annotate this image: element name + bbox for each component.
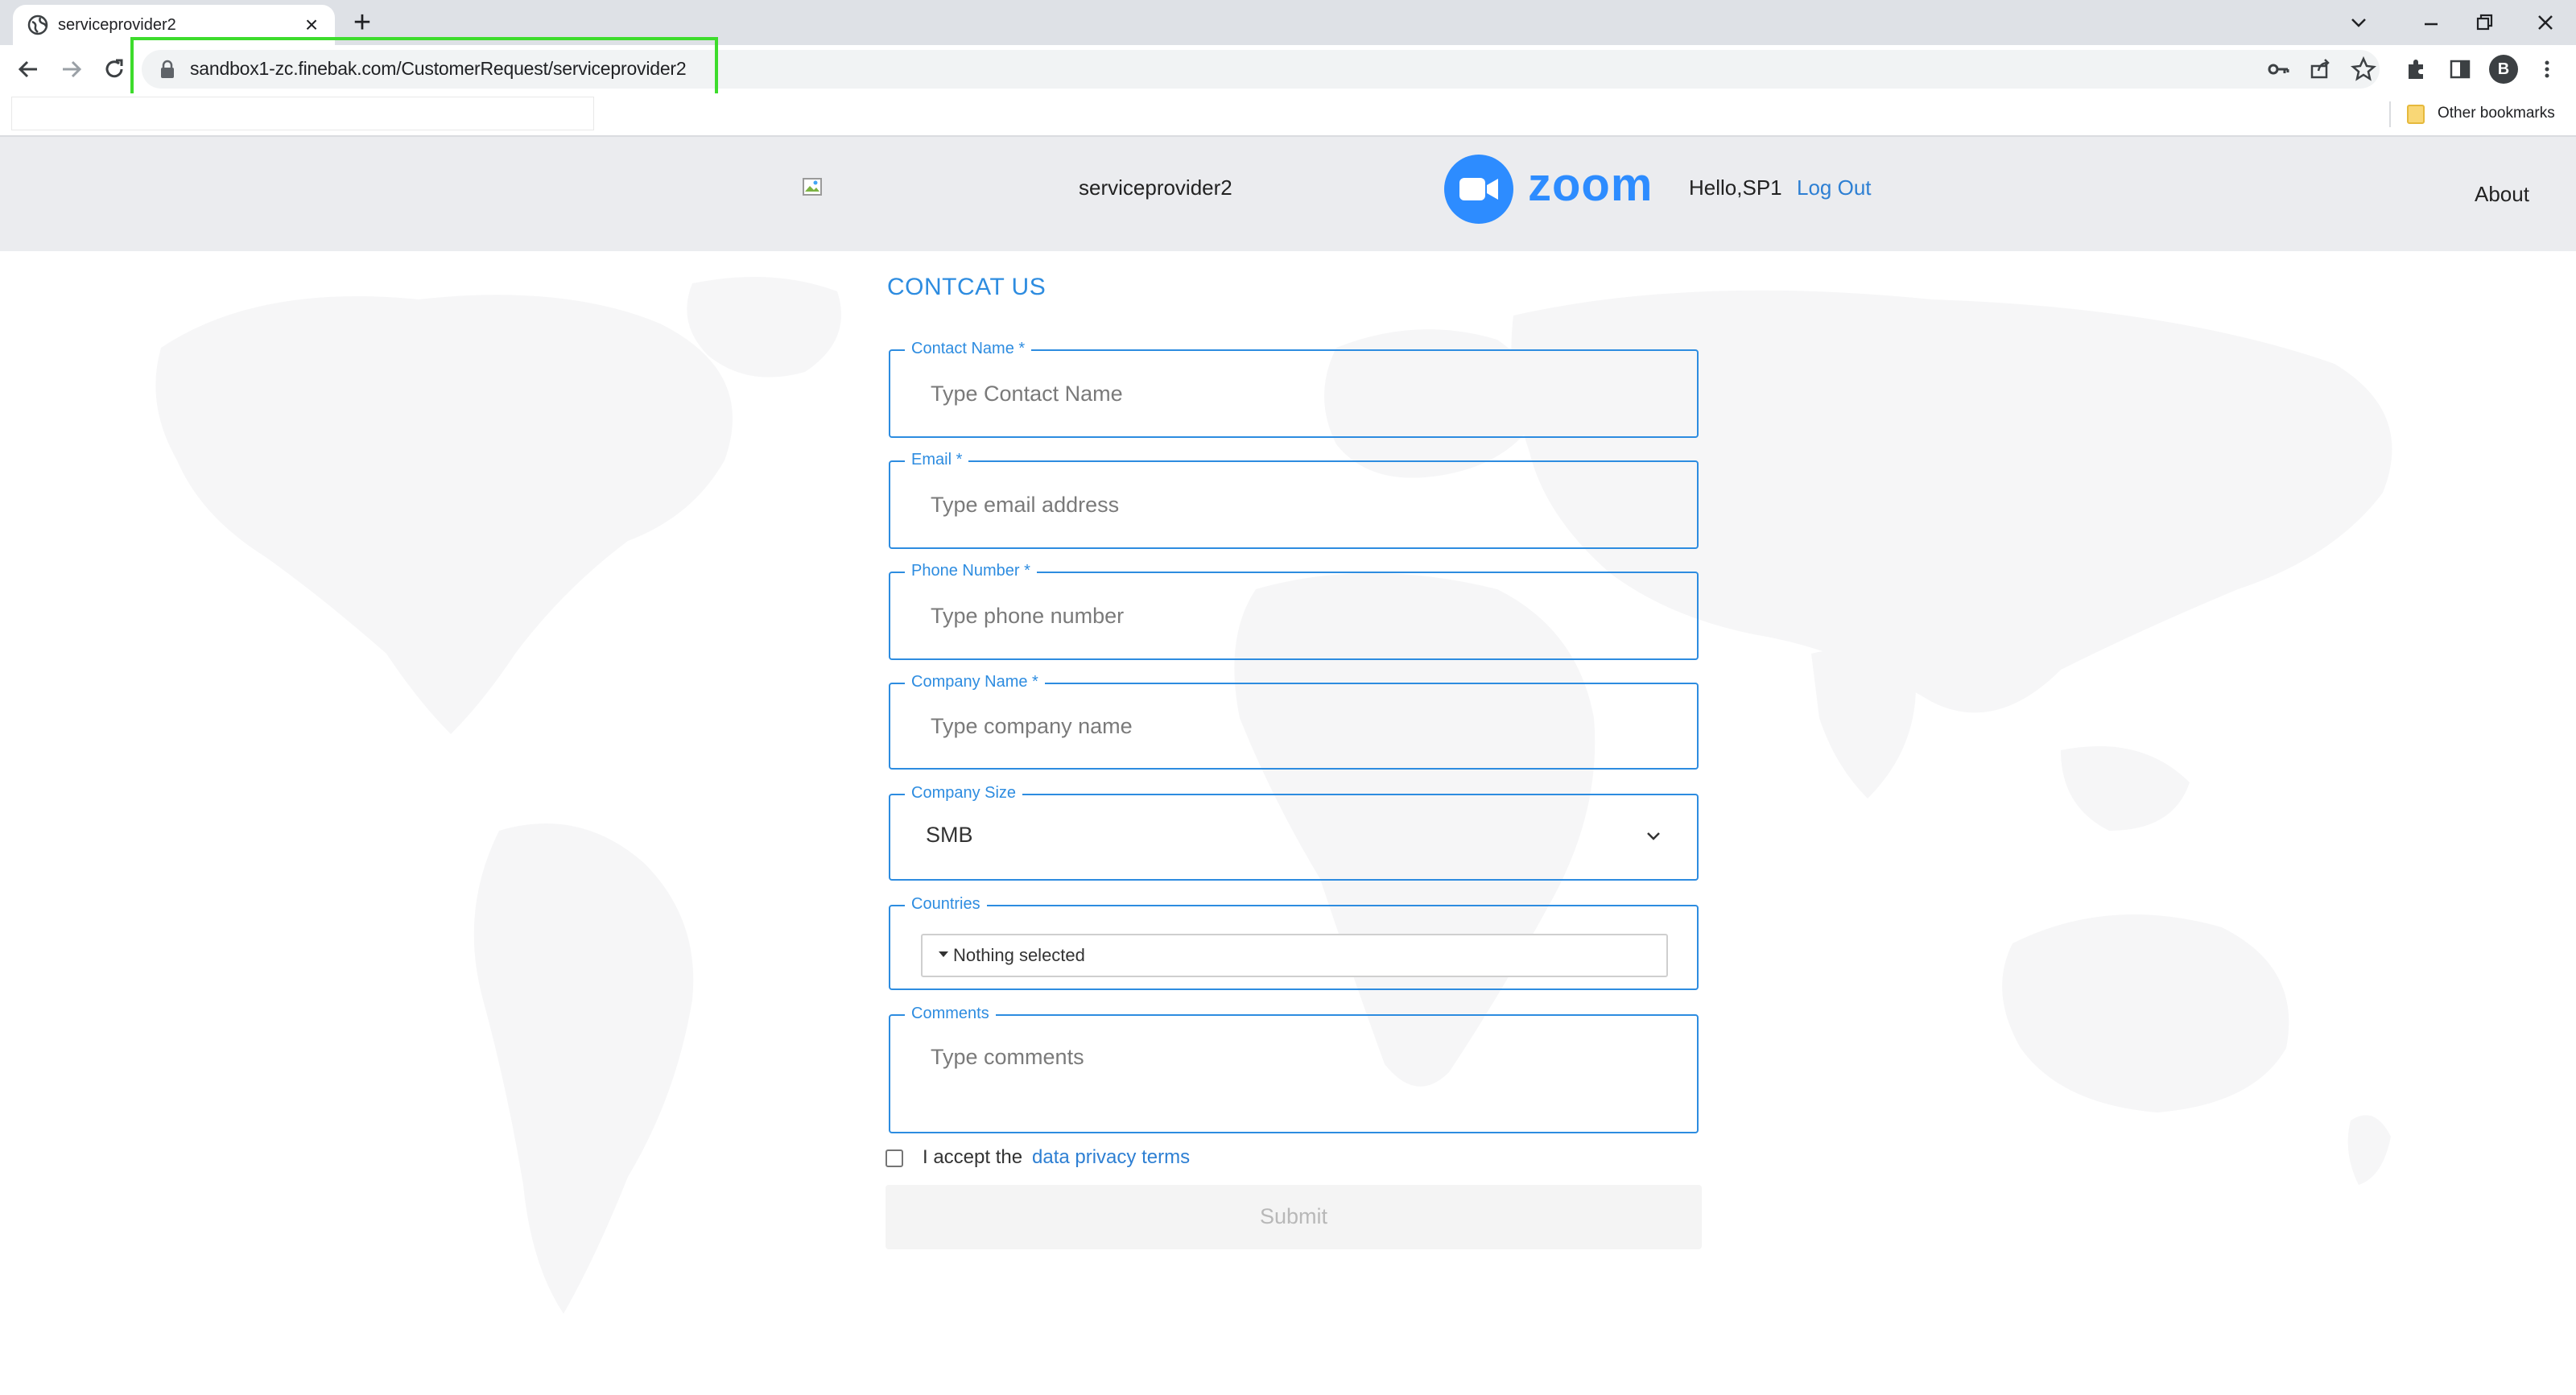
side-panel-icon[interactable] [2446,55,2475,84]
profile-avatar[interactable]: B [2489,55,2518,84]
company-size-select[interactable]: Company Size SMB [889,784,1699,881]
broken-image-icon [803,178,822,196]
other-bookmarks[interactable]: Other bookmarks [2438,105,2555,122]
company-size-label: Company Size [905,784,1023,803]
privacy-terms-link[interactable]: data privacy terms [1032,1146,1190,1169]
share-icon[interactable] [2306,55,2334,84]
zoom-logo-text: zoom [1528,159,1653,211]
email-input[interactable] [931,462,1673,547]
email-field: Email * [889,451,1699,549]
greeting-text: Hello,SP1 [1689,175,1782,200]
submit-label: Submit [1259,1204,1328,1228]
service-provider-name: serviceprovider2 [1079,175,1232,200]
close-window-icon[interactable] [2529,6,2562,39]
countries-field: Countries Nothing selected [889,895,1699,990]
company-size-value: SMB [926,823,973,847]
countries-value: Nothing selected [953,945,1085,965]
site-header [0,137,2576,251]
comments-textarea[interactable] [931,1045,1673,1117]
countries-label: Countries [905,895,987,914]
tab-search-icon[interactable] [2343,6,2375,39]
forward-icon[interactable] [55,53,87,85]
about-link[interactable]: About [2475,182,2529,207]
close-tab-icon[interactable]: × [299,13,324,37]
chevron-down-icon[interactable] [1644,826,1663,845]
minimize-icon[interactable] [2415,6,2447,39]
camera-icon [1459,178,1498,200]
countries-dropdown[interactable]: Nothing selected [921,934,1668,977]
extensions-icon[interactable] [2402,55,2431,84]
bookmarks-input[interactable] [11,97,594,130]
page-title: CONTCAT US [887,274,1046,300]
comments-label: Comments [905,1005,996,1023]
star-icon[interactable] [2349,55,2378,84]
restore-icon[interactable] [2468,6,2500,39]
contact-name-input[interactable] [931,351,1673,436]
logout-link[interactable]: Log Out [1797,175,1872,200]
caret-down-icon [939,951,948,957]
bookmarks-bar: Other bookmarks [0,93,2576,137]
comments-field: Comments [889,1005,1699,1133]
company-name-input[interactable] [931,684,1673,768]
reload-icon[interactable] [98,53,130,85]
new-tab-button[interactable]: + [348,7,377,38]
bookmarks-separator [2389,101,2391,127]
globe-icon [27,14,48,35]
submit-button[interactable]: Submit [886,1185,1702,1249]
phone-input[interactable] [931,573,1673,658]
tab-title: serviceprovider2 [58,16,176,34]
accept-terms-text: I accept the [923,1146,1023,1168]
zoom-camera-icon [1444,155,1513,224]
accept-terms-checkbox[interactable] [886,1149,903,1167]
key-icon[interactable] [2264,55,2293,84]
company-name-field: Company Name * [889,673,1699,770]
menu-icon[interactable] [2533,55,2562,84]
back-icon[interactable] [13,53,45,85]
phone-field: Phone Number * [889,562,1699,660]
folder-icon[interactable] [2407,105,2425,124]
contact-name-field: Contact Name * [889,340,1699,438]
